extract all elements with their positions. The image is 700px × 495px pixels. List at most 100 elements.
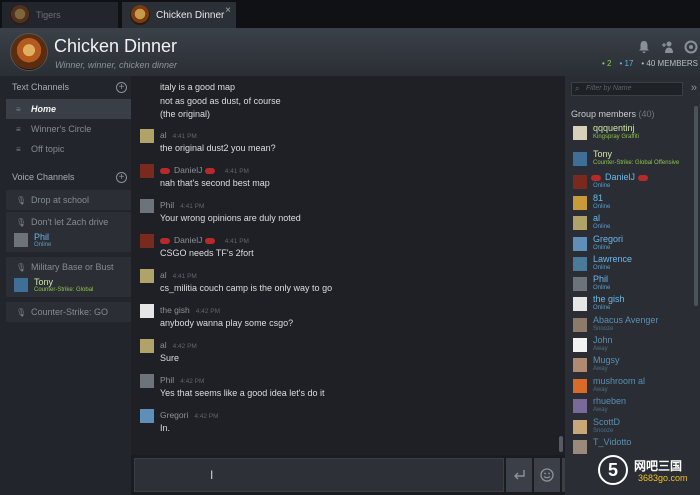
member-item[interactable]: Mugsy Away bbox=[571, 355, 695, 375]
message-author[interactable]: Phil 4:41 PM bbox=[160, 200, 204, 210]
channel-winners-circle[interactable]: ≡ Winner's Circle bbox=[6, 119, 131, 139]
member-item[interactable]: Gregori Online bbox=[571, 234, 695, 254]
member-name: 81 bbox=[593, 193, 604, 203]
text-channel-icon: ≡ bbox=[16, 104, 21, 114]
chat-scrollbar[interactable] bbox=[559, 436, 563, 452]
collapse-panel-icon[interactable]: » bbox=[691, 82, 697, 94]
avatar[interactable] bbox=[140, 374, 154, 388]
avatar[interactable] bbox=[140, 339, 154, 353]
tab-tigers[interactable]: Tigers bbox=[2, 2, 118, 28]
voice-user-phil[interactable]: Phil Online bbox=[6, 232, 131, 252]
channel-off-topic[interactable]: ≡ Off topic bbox=[6, 139, 131, 159]
message-text: Sure bbox=[160, 353, 180, 363]
message-input[interactable]: I bbox=[134, 458, 504, 492]
member-item[interactable]: al Online bbox=[571, 213, 695, 233]
add-user-icon[interactable] bbox=[660, 40, 676, 56]
chat-log: italy is a good map not as good as dust,… bbox=[131, 76, 565, 455]
message-text: (the original) bbox=[160, 109, 211, 119]
avatar bbox=[573, 399, 587, 413]
message-composer: I bbox=[131, 455, 565, 495]
text-cursor-icon: I bbox=[210, 468, 214, 482]
members-scrollbar[interactable] bbox=[694, 106, 698, 306]
voice-channel-drop-at-school[interactable]: 🎙 Drop at school bbox=[6, 190, 131, 210]
tab-chicken-dinner[interactable]: Chicken Dinner × bbox=[122, 2, 236, 28]
voice-channel-military-base[interactable]: 🎙 Military Base or Bust Tony Counter-Str… bbox=[6, 257, 131, 297]
members-count: • 40 MEMBERS bbox=[641, 59, 698, 68]
member-item[interactable]: the gish Online bbox=[571, 294, 695, 314]
emoticon-button[interactable] bbox=[534, 458, 560, 492]
avatar[interactable] bbox=[140, 129, 154, 143]
member-item[interactable]: ScottD Snooze bbox=[571, 417, 695, 437]
message-author[interactable]: DanielJ 4:41 PM bbox=[160, 165, 249, 175]
avatar[interactable] bbox=[140, 304, 154, 318]
avatar bbox=[573, 257, 587, 271]
member-name: al bbox=[593, 213, 601, 223]
member-filter-input[interactable]: ⌕ Filter by Name bbox=[571, 82, 683, 96]
channel-home[interactable]: ≡ Home bbox=[6, 99, 131, 119]
member-item[interactable]: Abacus Avenger Snooze bbox=[571, 315, 695, 335]
member-status: Online bbox=[593, 245, 611, 251]
member-item[interactable]: qqquentinj Kingspray Graffiti bbox=[571, 123, 695, 143]
site-watermark: 5 网吧三国 3683go.com bbox=[598, 455, 700, 495]
member-status: Snooze bbox=[593, 428, 614, 434]
member-status: Online bbox=[593, 305, 611, 311]
message-text: Your wrong opinions are duly noted bbox=[160, 213, 301, 223]
member-item[interactable]: Phil Online bbox=[571, 274, 695, 294]
member-item[interactable]: T_Vidotto bbox=[571, 437, 695, 457]
watermark-url: 3683go.com bbox=[638, 473, 688, 483]
avatar bbox=[573, 216, 587, 230]
member-item[interactable]: John Away bbox=[571, 335, 695, 355]
add-text-channel-button[interactable]: + bbox=[116, 82, 127, 93]
member-item[interactable]: Lawrence Online bbox=[571, 254, 695, 274]
member-status: Away bbox=[593, 346, 608, 352]
voice-channel-counter-strike[interactable]: 🎙 Counter-Strike: GO bbox=[6, 302, 131, 322]
microphone-icon: 🎙 bbox=[16, 217, 27, 227]
send-button[interactable] bbox=[506, 458, 532, 492]
avatar[interactable] bbox=[140, 409, 154, 423]
message-author[interactable]: DanielJ 4:41 PM bbox=[160, 235, 249, 245]
member-item[interactable]: rhueben Away bbox=[571, 396, 695, 416]
message-author[interactable]: al 4:42 PM bbox=[160, 340, 197, 350]
bell-icon[interactable] bbox=[636, 40, 652, 56]
message-text: Yes that seems like a good idea let's do… bbox=[160, 388, 325, 398]
avatar[interactable] bbox=[140, 199, 154, 213]
member-name: John bbox=[593, 335, 613, 345]
message-author[interactable]: al 4:41 PM bbox=[160, 130, 197, 140]
member-item[interactable]: Tony Counter-Strike: Global Offensive bbox=[571, 149, 695, 169]
avatar[interactable] bbox=[140, 234, 154, 248]
message-author[interactable]: Phil 4:42 PM bbox=[160, 375, 204, 385]
close-icon[interactable]: × bbox=[225, 5, 231, 16]
voice-user-status: Online bbox=[34, 242, 52, 248]
voice-user-name: Tony bbox=[34, 277, 54, 287]
voice-user-tony[interactable]: Tony Counter-Strike: Global bbox=[6, 277, 131, 297]
member-name: Phil bbox=[593, 274, 609, 284]
message-text: cs_militia couch camp is the only way to… bbox=[160, 283, 333, 293]
filter-placeholder: Filter by Name bbox=[586, 85, 632, 92]
avatar[interactable] bbox=[140, 164, 154, 178]
group-avatar[interactable] bbox=[10, 33, 48, 71]
settings-icon[interactable] bbox=[683, 40, 699, 56]
avatar[interactable] bbox=[140, 269, 154, 283]
message-author[interactable]: al 4:41 PM bbox=[160, 270, 197, 280]
voice-channel-dont-let-zach-drive[interactable]: 🎙 Don't let Zach drive Phil Online bbox=[6, 212, 131, 252]
channel-label: Home bbox=[31, 104, 57, 114]
message-author[interactable]: Gregori 4:42 PM bbox=[160, 410, 219, 420]
message-author[interactable]: the gish 4:42 PM bbox=[160, 305, 220, 315]
message-timestamp: 4:42 PM bbox=[195, 308, 220, 315]
message-timestamp: 4:42 PM bbox=[172, 343, 197, 350]
member-item[interactable]: 81 Online bbox=[571, 193, 695, 213]
member-name: Gregori bbox=[593, 234, 624, 244]
message-text: anybody wanna play some csgo? bbox=[160, 318, 294, 328]
avatar bbox=[573, 175, 587, 189]
member-status: Online bbox=[593, 183, 611, 189]
member-item[interactable]: mushroom al Away bbox=[571, 376, 695, 396]
channel-label: Winner's Circle bbox=[31, 124, 92, 134]
member-name: Mugsy bbox=[593, 355, 620, 365]
ingame-count: • 17 bbox=[619, 59, 634, 68]
channel-sidebar: Text Channels + ≡ Home ≡ Winner's Circle… bbox=[0, 76, 131, 495]
group-header: Chicken Dinner Winner, winner, chicken d… bbox=[0, 28, 700, 76]
member-name: DanielJ bbox=[591, 172, 652, 182]
add-voice-channel-button[interactable]: + bbox=[116, 172, 127, 183]
message-timestamp: 4:41 PM bbox=[224, 238, 249, 245]
member-item[interactable]: DanielJ Online bbox=[571, 172, 695, 192]
